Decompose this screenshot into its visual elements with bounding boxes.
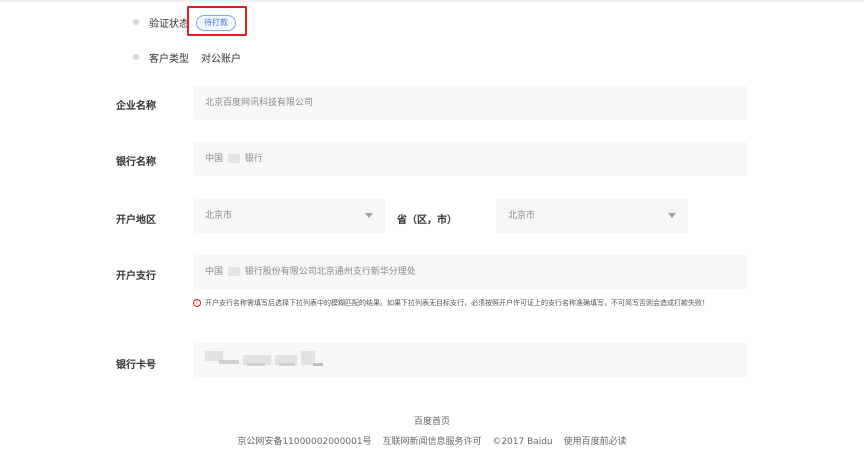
footer-home-text[interactable]: 百度首页 — [414, 417, 450, 427]
footer-terms[interactable]: 使用百度前必读 — [564, 437, 627, 447]
branch-warning: ! 开户支行名称需填写后选择下拉列表中的模糊匹配的结果。如果下拉列表无目标支行，必… — [193, 298, 753, 308]
bank-name-label: 银行名称 — [116, 157, 156, 168]
bullet-dot — [133, 54, 139, 60]
bullet-dot — [133, 19, 139, 25]
footer-copyright: 京公网安备11000002000001号 互联网新闻信息服务许可 ©2017 B… — [0, 434, 864, 447]
company-name-value: 北京百度网讯科技有限公司 — [205, 98, 314, 108]
branch-warning-text: 开户支行名称需填写后选择下拉列表中的模糊匹配的结果。如果下拉列表无目标支行，必须… — [205, 299, 709, 307]
redaction-mask — [227, 154, 240, 163]
branch-suffix: 银行股份有限公司北京通州支行新华分理处 — [244, 267, 416, 277]
province-suffix-label: 省（区，市） — [397, 215, 457, 226]
chevron-down-icon — [668, 213, 676, 218]
city-select[interactable]: 北京市 — [496, 199, 688, 233]
customer-type-label: 客户类型 — [149, 53, 189, 65]
customer-type-value: 对公账户 — [201, 53, 241, 65]
redaction-mask — [227, 267, 240, 276]
bank-name-field[interactable]: 中国 银行 — [193, 142, 747, 176]
bank-name-suffix: 银行 — [244, 154, 263, 164]
footer-home-link[interactable]: 百度首页 — [0, 414, 864, 427]
province-select-value: 北京市 — [205, 211, 233, 221]
bank-name-prefix: 中国 — [205, 154, 224, 164]
branch-prefix: 中国 — [205, 267, 224, 277]
footer-copyright-text: ©2017 Baidu — [492, 437, 553, 447]
footer-icp[interactable]: 京公网安备11000002000001号 — [237, 437, 371, 447]
customer-type-row: 客户类型 对公账户 — [133, 47, 241, 67]
region-label: 开户地区 — [116, 215, 156, 226]
province-select[interactable]: 北京市 — [193, 199, 385, 233]
branch-field[interactable]: 中国 银行股份有限公司北京通州支行新华分理处 — [193, 255, 747, 289]
top-divider — [0, 0, 864, 2]
branch-label: 开户支行 — [116, 271, 156, 282]
status-badge: 待打款 — [196, 15, 236, 31]
footer-license[interactable]: 互联网新闻信息服务许可 — [382, 437, 481, 447]
company-name-field[interactable]: 北京百度网讯科技有限公司 — [193, 86, 747, 120]
chevron-down-icon — [365, 213, 373, 218]
company-name-label: 企业名称 — [116, 101, 156, 112]
city-select-value: 北京市 — [508, 211, 536, 221]
warning-icon: ! — [193, 299, 201, 307]
card-number-label: 银行卡号 — [116, 360, 156, 371]
